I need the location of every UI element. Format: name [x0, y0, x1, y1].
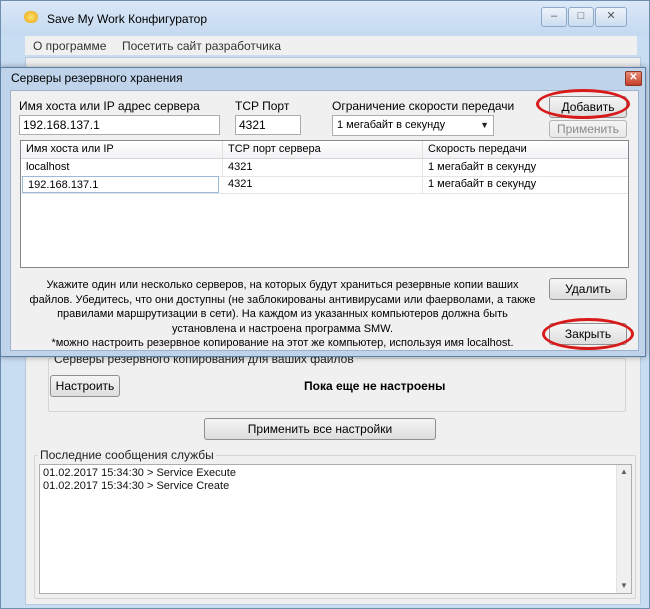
service-log[interactable]: 01.02.2017 15:34:30 > Service Execute 01…	[39, 464, 632, 594]
log-group-label: Последние сообщения службы	[38, 448, 216, 462]
host-label: Имя хоста или IP адрес сервера	[19, 99, 200, 113]
port-input[interactable]	[235, 115, 301, 135]
scroll-down-icon[interactable]: ▼	[617, 579, 631, 593]
dialog-client-area: Имя хоста или IP адрес сервера TCP Порт …	[10, 90, 639, 351]
minimize-button[interactable]: –	[541, 7, 567, 27]
cell-speed: 1 мегабайт в секунду	[428, 161, 537, 173]
column-header-speed[interactable]: Скорость передачи	[423, 141, 628, 158]
scroll-up-icon[interactable]: ▲	[617, 465, 631, 479]
servers-table-header: Имя хоста или IP TCP порт сервера Скорос…	[21, 141, 628, 159]
maximize-icon: □	[577, 10, 585, 22]
cell-speed: 1 мегабайт в секунду	[428, 178, 537, 190]
info-line: файлов. Убедитесь, что они доступны (не …	[29, 293, 536, 306]
add-server-button[interactable]: Добавить	[549, 96, 627, 118]
log-line: 01.02.2017 15:34:30 > Service Execute	[43, 467, 236, 479]
delete-server-button[interactable]: Удалить	[549, 278, 627, 300]
info-line: *можно настроить резервное копирование н…	[51, 337, 514, 349]
app-icon	[24, 11, 38, 23]
dialog-close-button[interactable]: ✕	[625, 71, 642, 86]
cell-port: 4321	[223, 176, 423, 193]
host-input[interactable]	[19, 115, 220, 135]
main-title-bar[interactable]: Save My Work Конфигуратор – □ ✕	[1, 1, 649, 35]
minimize-icon: –	[550, 10, 558, 22]
apply-server-button[interactable]: Применить	[549, 120, 627, 138]
cell-port: 4321	[223, 159, 423, 176]
backup-servers-dialog: Серверы резервного хранения ✕ Имя хоста …	[0, 67, 646, 357]
menu-item-about[interactable]: О программе	[33, 39, 106, 53]
info-line: Укажите один или несколько серверов, на …	[46, 279, 519, 291]
maximize-button[interactable]: □	[568, 7, 594, 27]
speed-select[interactable]: 1 мегабайт в секунду ▼	[332, 115, 494, 136]
cell-host[interactable]: 192.168.137.1	[22, 176, 219, 193]
close-icon: ✕	[606, 10, 616, 22]
speed-label: Ограничение скорости передачи	[332, 99, 515, 113]
log-scrollbar[interactable]: ▲ ▼	[616, 465, 631, 593]
log-line: 01.02.2017 15:34:30 > Service Create	[43, 480, 230, 492]
apply-all-button[interactable]: Применить все настройки	[204, 418, 436, 440]
column-header-port[interactable]: TCP порт сервера	[223, 141, 423, 158]
table-row[interactable]: 192.168.137.1 4321 1 мегабайт в секунду	[21, 176, 628, 194]
menu-item-visit-site[interactable]: Посетить сайт разработчика	[122, 39, 281, 53]
info-text: Укажите один или несколько серверов, на …	[25, 278, 540, 351]
chevron-down-icon: ▼	[480, 120, 489, 130]
port-label: TCP Порт	[235, 99, 290, 113]
servers-status: Пока еще не настроены	[304, 379, 446, 393]
column-header-host[interactable]: Имя хоста или IP	[21, 141, 223, 158]
configure-button[interactable]: Настроить	[50, 375, 120, 397]
close-icon: ✕	[629, 72, 638, 83]
dialog-title: Серверы резервного хранения	[11, 71, 183, 85]
info-line: установлена и настроена программа SMW.	[171, 322, 394, 335]
close-dialog-button[interactable]: Закрыть	[549, 323, 627, 345]
cell-host: localhost	[21, 159, 223, 176]
close-window-button[interactable]: ✕	[595, 7, 627, 27]
menu-bar: О программе Посетить сайт разработчика	[25, 36, 637, 55]
speed-select-value: 1 мегабайт в секунду	[337, 119, 446, 131]
table-row[interactable]: localhost 4321 1 мегабайт в секунду	[21, 159, 628, 177]
main-window-title: Save My Work Конфигуратор	[47, 12, 208, 26]
servers-table[interactable]: Имя хоста или IP TCP порт сервера Скорос…	[20, 140, 629, 268]
info-line: правилами маршрутизации в сети). На кажд…	[57, 308, 508, 320]
